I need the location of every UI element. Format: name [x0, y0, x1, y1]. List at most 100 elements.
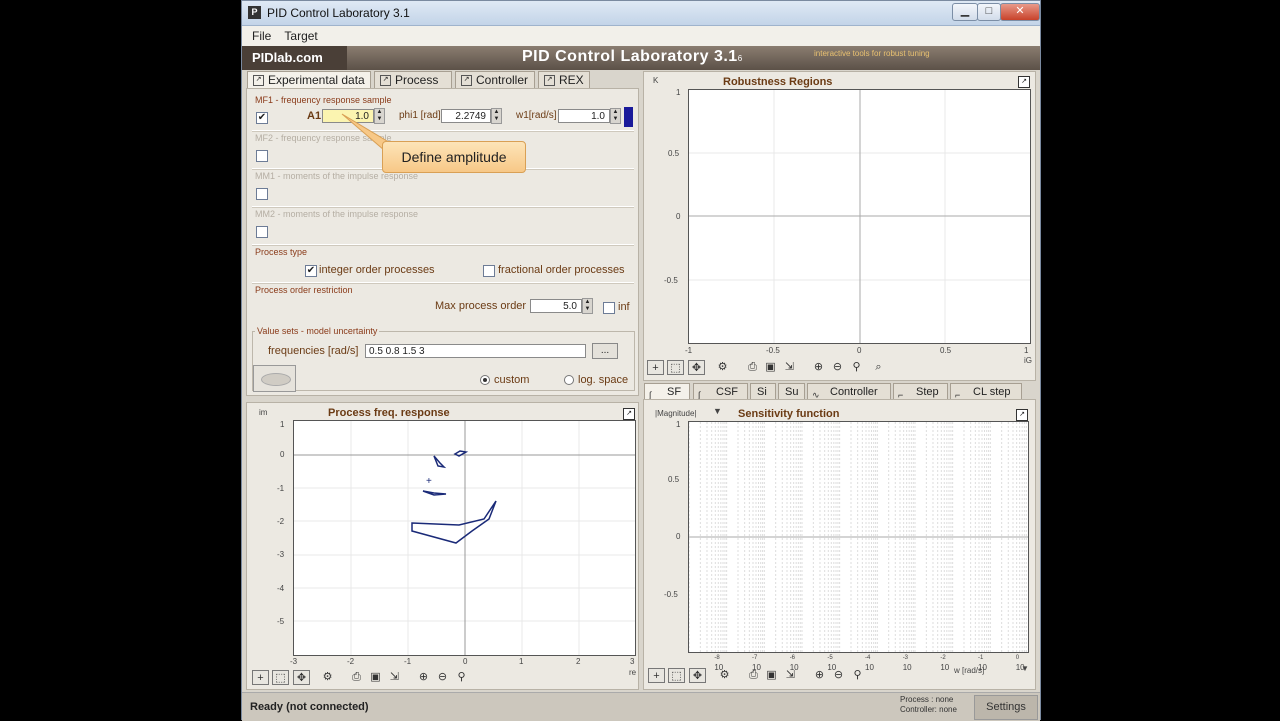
- process-plot-title: Process freq. response: [328, 407, 450, 419]
- max-order-spinner[interactable]: ▲ ▼: [582, 298, 593, 314]
- tab-controller[interactable]: ↗ Controller: [455, 71, 535, 88]
- zoom-fit-icon[interactable]: ⌕: [870, 360, 887, 375]
- pan-icon[interactable]: ✥: [688, 360, 705, 375]
- zoom-out-icon[interactable]: ⊖: [434, 670, 451, 685]
- tab-process[interactable]: ↗ Process: [374, 71, 452, 88]
- integer-order-checkbox[interactable]: ✔: [305, 265, 317, 277]
- robustness-plot-svg: [689, 90, 1030, 343]
- mf1-checkbox[interactable]: ✔: [256, 112, 268, 124]
- tab-controller-plot[interactable]: ∿ Controller: [807, 383, 891, 400]
- export-icon[interactable]: ⇲: [782, 668, 799, 683]
- max-order-label: Max process order: [435, 300, 527, 312]
- color-indicator[interactable]: [624, 107, 633, 127]
- zoom-box-icon[interactable]: ⬚: [667, 360, 684, 375]
- ellipse-button[interactable]: [253, 365, 296, 392]
- w1-label: w1[rad/s]: [516, 110, 557, 121]
- gear-icon[interactable]: ⚙: [714, 360, 731, 375]
- sensitivity-plot-title: Sensitivity function: [738, 408, 840, 420]
- export-icon[interactable]: ⇲: [781, 360, 798, 375]
- pan-icon[interactable]: ✥: [293, 670, 310, 685]
- mm1-checkbox[interactable]: [256, 188, 268, 200]
- expand-icon[interactable]: ↗: [623, 408, 635, 420]
- menu-target[interactable]: Target: [274, 26, 317, 43]
- export-icon[interactable]: ⇲: [386, 670, 403, 685]
- gear-icon[interactable]: ⚙: [319, 670, 336, 685]
- tab-rex[interactable]: ↗ REX: [538, 71, 590, 88]
- tab-cl-step[interactable]: ⌐ CL step: [950, 383, 1022, 400]
- expand-icon[interactable]: ↗: [1016, 409, 1028, 421]
- add-point-icon[interactable]: +: [252, 670, 269, 685]
- ig-axis-label: iG: [1024, 356, 1032, 365]
- status-bar: Ready (not connected) Process : none Con…: [242, 692, 1040, 721]
- chevron-down-icon[interactable]: ▼: [713, 406, 722, 416]
- ytick: -4: [277, 584, 285, 593]
- binoculars-icon[interactable]: ⚲: [453, 670, 470, 685]
- w1-input[interactable]: 1.0: [558, 109, 610, 123]
- tab-su[interactable]: Su: [778, 383, 805, 399]
- pan-icon[interactable]: ✥: [689, 668, 706, 683]
- zoom-out-icon[interactable]: ⊖: [830, 668, 847, 683]
- settings-button[interactable]: Settings: [974, 695, 1038, 720]
- w1-spinner[interactable]: ▲ ▼: [610, 108, 621, 124]
- log-space-radio[interactable]: [564, 375, 574, 385]
- minimize-button[interactable]: ▁: [952, 3, 978, 21]
- binoculars-icon[interactable]: ⚲: [849, 668, 866, 683]
- custom-radio[interactable]: [480, 375, 490, 385]
- process-status: Process : none: [900, 695, 954, 704]
- print-icon[interactable]: ⎙: [348, 670, 365, 685]
- xtick: 2: [576, 657, 581, 666]
- browse-button[interactable]: ...: [592, 343, 618, 359]
- mm2-checkbox[interactable]: [256, 226, 268, 238]
- xtick: 1: [519, 657, 524, 666]
- close-button[interactable]: ✕: [1000, 3, 1040, 21]
- zoom-box-icon[interactable]: ⬚: [668, 668, 685, 683]
- binoculars-icon[interactable]: ⚲: [848, 360, 865, 375]
- tab-csf[interactable]: ∫ CSF: [693, 383, 748, 400]
- max-order-input[interactable]: 5.0: [530, 299, 582, 313]
- expand-icon: ↗: [461, 75, 472, 86]
- frequencies-label: frequencies [rad/s]: [268, 345, 359, 357]
- xtick: -1: [404, 657, 412, 666]
- save-icon[interactable]: ▣: [762, 360, 779, 375]
- tab-experimental-data[interactable]: ↗ Experimental data: [247, 71, 371, 88]
- logo: PIDlab.com: [242, 46, 347, 70]
- uncertainty-regions: [411, 450, 497, 544]
- chevron-down-icon[interactable]: ▼: [1021, 664, 1029, 673]
- process-type-label: Process type: [255, 247, 308, 257]
- ytick: -1: [277, 484, 285, 493]
- zoom-in-icon[interactable]: ⊕: [415, 670, 432, 685]
- menu-file[interactable]: File: [242, 26, 271, 43]
- expand-icon[interactable]: ↗: [1018, 76, 1030, 88]
- mf2-checkbox[interactable]: [256, 150, 268, 162]
- inf-checkbox[interactable]: [603, 302, 615, 314]
- xtick: 0: [857, 346, 862, 355]
- xtick: 1: [1024, 346, 1029, 355]
- ytick: 0.5: [668, 475, 680, 484]
- fractional-order-checkbox[interactable]: [483, 265, 495, 277]
- zoom-in-icon[interactable]: ⊕: [811, 668, 828, 683]
- zoom-in-icon[interactable]: ⊕: [810, 360, 827, 375]
- zoom-out-icon[interactable]: ⊖: [829, 360, 846, 375]
- print-icon[interactable]: ⎙: [745, 668, 762, 683]
- expand-icon: ↗: [380, 75, 391, 86]
- ytick: 0.5: [668, 149, 680, 158]
- add-point-icon[interactable]: +: [647, 360, 664, 375]
- save-icon[interactable]: ▣: [763, 668, 780, 683]
- save-icon[interactable]: ▣: [367, 670, 384, 685]
- tab-step[interactable]: ⌐ Step: [893, 383, 948, 400]
- print-icon[interactable]: ⎙: [744, 360, 761, 375]
- order-restriction-label: Process order restriction: [255, 285, 353, 295]
- phi1-spinner[interactable]: ▲ ▼: [491, 108, 502, 124]
- xtick: -3 10: [902, 655, 912, 672]
- gear-icon[interactable]: ⚙: [716, 668, 733, 683]
- banner-version: 6: [737, 54, 743, 63]
- add-point-icon[interactable]: +: [648, 668, 665, 683]
- a1-label: A1: [307, 110, 322, 122]
- xtick: -0.5: [766, 346, 780, 355]
- tab-si[interactable]: Si: [750, 383, 776, 399]
- zoom-box-icon[interactable]: ⬚: [272, 670, 289, 685]
- tab-sf[interactable]: ∫ SF: [644, 383, 690, 400]
- maximize-button[interactable]: □: [977, 3, 1001, 21]
- phi1-input[interactable]: 2.2749: [441, 109, 491, 123]
- frequencies-input[interactable]: 0.5 0.8 1.5 3: [365, 344, 586, 358]
